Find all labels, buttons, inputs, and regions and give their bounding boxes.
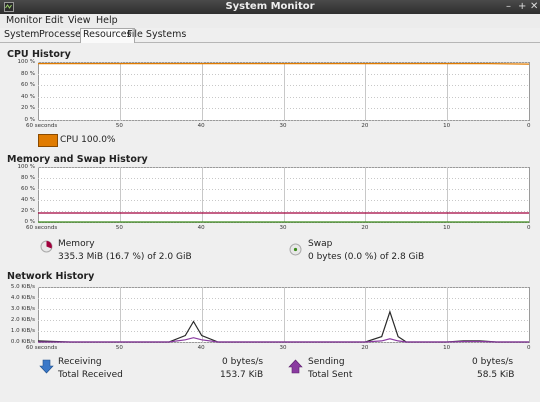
memory-graph — [38, 167, 530, 223]
network-ytick: 4.0 KiB/s — [10, 295, 35, 301]
network-xtick: 50 — [115, 345, 123, 351]
swap-pie-icon[interactable] — [289, 243, 302, 256]
network-history-title: Network History — [7, 271, 95, 282]
memory-label: Memory — [58, 239, 95, 249]
total-received-value: 153.7 KiB — [220, 370, 264, 380]
tab-file-systems[interactable]: File Systems — [125, 29, 188, 41]
network-xtick: 20 — [361, 345, 369, 351]
network-graph — [38, 287, 530, 343]
sending-arrow-icon[interactable] — [288, 359, 303, 374]
network-ytick: 2.0 KiB/s — [10, 317, 35, 323]
cpu-ytick: 40 % — [21, 94, 35, 100]
network-ytick: 5.0 KiB/s — [10, 284, 35, 290]
receiving-label: Receiving — [58, 357, 102, 367]
memory-xtick: 0 — [527, 225, 531, 231]
menu-help[interactable]: Help — [96, 15, 118, 26]
receiving-arrow-icon[interactable] — [39, 359, 54, 374]
network-xtick: 60 seconds — [26, 345, 58, 351]
memory-ytick: 60 % — [21, 186, 35, 192]
memory-ytick: 80 % — [21, 175, 35, 181]
cpu-ytick: 20 % — [21, 105, 35, 111]
cpu-xtick: 40 — [197, 123, 205, 129]
cpu-graph — [38, 62, 530, 121]
network-ytick: 3.0 KiB/s — [10, 306, 35, 312]
memory-ytick: 20 % — [21, 208, 35, 214]
memory-xtick: 60 seconds — [26, 225, 58, 231]
network-xtick: 30 — [279, 345, 287, 351]
menu-bar: Monitor Edit View Help — [0, 14, 540, 28]
cpu-ytick: 80 % — [21, 71, 35, 77]
memory-ytick: 100 % — [17, 164, 35, 170]
cpu-xtick: 0 — [527, 123, 531, 129]
total-received-label: Total Received — [58, 370, 123, 380]
sending-value: 0 bytes/s — [472, 357, 514, 367]
network-xtick: 10 — [443, 345, 451, 351]
total-sent-value: 58.5 KiB — [477, 370, 515, 380]
memory-xtick: 40 — [197, 225, 205, 231]
swap-value: 0 bytes (0.0 %) of 2.8 GiB — [308, 252, 425, 262]
cpu-color-swatch[interactable] — [38, 134, 58, 147]
memory-pie-icon[interactable] — [40, 240, 53, 253]
menu-monitor[interactable]: Monitor — [6, 15, 42, 26]
memory-value: 335.3 MiB (16.7 %) of 2.0 GiB — [58, 252, 192, 262]
total-sent-label: Total Sent — [308, 370, 353, 380]
menu-view[interactable]: View — [68, 15, 91, 26]
memory-xtick: 30 — [279, 225, 287, 231]
cpu-xtick: 20 — [361, 123, 369, 129]
receiving-value: 0 bytes/s — [222, 357, 264, 367]
memory-xtick: 20 — [361, 225, 369, 231]
resources-panel: CPU History 100 % 80 % 60 % 40 % 20 % 0 % 60 … — [0, 43, 540, 402]
window-title: System Monitor — [225, 1, 315, 12]
menu-edit[interactable]: Edit — [45, 15, 63, 26]
memory-xtick: 10 — [443, 225, 451, 231]
memory-ytick: 40 % — [21, 197, 35, 203]
tab-bar: System Processes Resources File Systems — [0, 28, 540, 43]
minimize-button[interactable]: – — [506, 1, 511, 12]
network-ytick: 1.0 KiB/s — [10, 328, 35, 334]
network-xtick: 40 — [197, 345, 205, 351]
memory-xtick: 50 — [115, 225, 123, 231]
cpu-xtick: 30 — [279, 123, 287, 129]
close-button[interactable]: ✕ — [530, 1, 538, 12]
maximize-button[interactable]: + — [518, 1, 526, 12]
cpu-xtick: 50 — [115, 123, 123, 129]
cpu-ytick: 100 % — [17, 59, 35, 65]
sending-label: Sending — [308, 357, 345, 367]
cpu-ytick: 60 % — [21, 82, 35, 88]
cpu-series-cpu — [38, 63, 530, 65]
cpu-xtick: 10 — [443, 123, 451, 129]
cpu-xtick: 60 seconds — [26, 123, 58, 129]
swap-label: Swap — [308, 239, 333, 249]
title-bar: System Monitor – + ✕ — [0, 0, 540, 14]
network-xtick: 0 — [527, 345, 531, 351]
cpu-usage-label: CPU 100.0% — [60, 135, 116, 145]
tab-system[interactable]: System — [2, 29, 41, 41]
